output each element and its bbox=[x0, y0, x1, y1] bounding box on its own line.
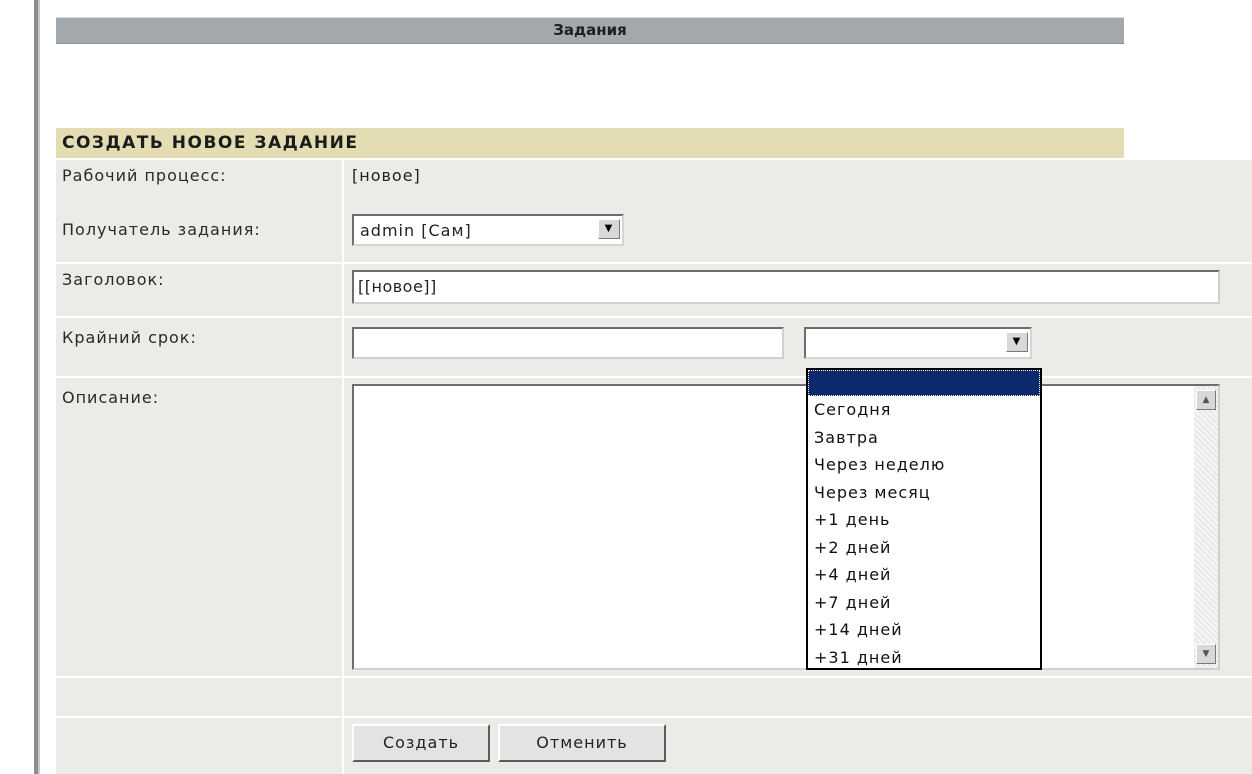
dropdown-option-next-week[interactable]: Через неделю bbox=[808, 451, 1040, 479]
dropdown-option-plus-4-days[interactable]: +4 дней bbox=[808, 561, 1040, 589]
description-label: Описание: bbox=[56, 378, 342, 676]
page-title: Задания bbox=[56, 17, 1124, 44]
actions-cell: Создать Отменить bbox=[344, 718, 1252, 774]
chevron-down-icon[interactable]: ▼ bbox=[598, 219, 620, 239]
arrow-down-icon[interactable]: ▼ bbox=[1196, 644, 1216, 664]
spacer-value-cell bbox=[344, 678, 1252, 716]
description-textarea[interactable]: ▲ ▼ bbox=[352, 384, 1220, 670]
description-scrollbar[interactable]: ▲ ▼ bbox=[1194, 386, 1218, 668]
description-cell: ▲ ▼ bbox=[344, 378, 1252, 676]
create-button[interactable]: Создать bbox=[352, 724, 490, 762]
dropdown-option-plus-31-days[interactable]: +31 дней bbox=[808, 644, 1040, 672]
subject-input[interactable]: [[новое]] bbox=[352, 270, 1220, 304]
arrow-up-icon[interactable]: ▲ bbox=[1196, 390, 1216, 410]
spacer-row bbox=[56, 678, 1252, 716]
cancel-button[interactable]: Отменить bbox=[498, 724, 666, 762]
dropdown-option-plus-1-day[interactable]: +1 день bbox=[808, 506, 1040, 534]
description-row: Описание: ▲ ▼ bbox=[56, 378, 1252, 676]
deadline-date-input[interactable] bbox=[352, 327, 784, 359]
assignee-row: Получатель задания: admin [Сам] ▼ bbox=[56, 206, 1252, 262]
deadline-cell: ▼ bbox=[344, 318, 1252, 376]
deadline-row: Крайний срок: ▼ bbox=[56, 318, 1252, 376]
dropdown-option-next-month[interactable]: Через месяц bbox=[808, 479, 1040, 507]
dropdown-option-empty[interactable] bbox=[808, 370, 1040, 396]
workflow-cell: [новое] bbox=[344, 160, 1252, 206]
dropdown-option-plus-7-days[interactable]: +7 дней bbox=[808, 589, 1040, 617]
subject-row: Заголовок: [[новое]] bbox=[56, 264, 1252, 316]
dropdown-option-plus-14-days[interactable]: +14 дней bbox=[808, 616, 1040, 644]
dropdown-option-tomorrow[interactable]: Завтра bbox=[808, 424, 1040, 452]
dropdown-option-plus-2-days[interactable]: +2 дней bbox=[808, 534, 1040, 562]
assignee-select-value: admin [Сам] bbox=[360, 221, 472, 240]
assignee-label: Получатель задания: bbox=[56, 206, 342, 262]
workflow-label: Рабочий процесс: bbox=[56, 160, 342, 206]
assignee-cell: admin [Сам] ▼ bbox=[344, 206, 1252, 262]
window-left-border bbox=[34, 0, 40, 774]
actions-row: Создать Отменить bbox=[56, 718, 1252, 774]
subject-cell: [[новое]] bbox=[344, 264, 1252, 316]
deadline-preset-select[interactable]: ▼ bbox=[804, 327, 1032, 359]
deadline-label: Крайний срок: bbox=[56, 318, 342, 376]
assignee-select[interactable]: admin [Сам] ▼ bbox=[352, 214, 624, 246]
spacer-label-cell bbox=[56, 678, 342, 716]
subject-label: Заголовок: bbox=[56, 264, 342, 316]
section-header: СОЗДАТЬ НОВОЕ ЗАДАНИЕ bbox=[56, 128, 1124, 158]
workflow-value: [новое] bbox=[352, 166, 421, 185]
actions-label-cell bbox=[56, 718, 342, 774]
chevron-down-icon[interactable]: ▼ bbox=[1006, 332, 1028, 352]
dropdown-option-today[interactable]: Сегодня bbox=[808, 396, 1040, 424]
deadline-preset-dropdown-list[interactable]: Сегодня Завтра Через неделю Через месяц … bbox=[806, 368, 1042, 670]
workflow-row: Рабочий процесс: [новое] bbox=[56, 160, 1252, 206]
